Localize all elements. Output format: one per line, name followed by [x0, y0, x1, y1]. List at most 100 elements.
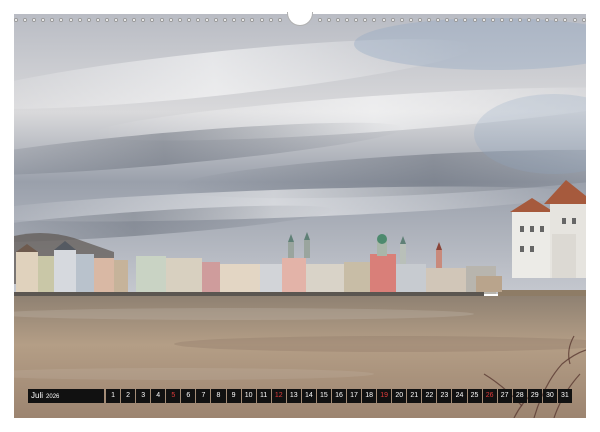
- binding-hole: [277, 18, 282, 22]
- day-cell: 16: [331, 389, 346, 403]
- binding-hole: [23, 18, 28, 22]
- binding-hole: [572, 18, 577, 22]
- binding-hole: [472, 18, 477, 22]
- binding-hole: [436, 18, 441, 22]
- day-cell: 12: [271, 389, 286, 403]
- binding-hole: [499, 18, 504, 22]
- binding-hole: [86, 18, 91, 22]
- binding-hole: [95, 18, 100, 22]
- binding-hole: [250, 18, 255, 22]
- day-cell: 28: [512, 389, 527, 403]
- day-cell: 25: [467, 389, 482, 403]
- spiral-binding: [14, 12, 586, 26]
- binding-hole: [223, 18, 228, 22]
- day-cell: 5: [166, 389, 181, 403]
- binding-hole: [214, 18, 219, 22]
- binding-hole: [317, 18, 322, 22]
- day-cell: 27: [497, 389, 512, 403]
- binding-hole: [554, 18, 559, 22]
- binding-hole: [268, 18, 273, 22]
- binding-hole: [204, 18, 209, 22]
- day-cell: 13: [286, 389, 301, 403]
- binding-hole: [372, 18, 377, 22]
- binding-hole: [14, 18, 18, 22]
- binding-hole: [427, 18, 432, 22]
- binding-hole: [390, 18, 395, 22]
- day-cell: 14: [301, 389, 316, 403]
- day-cell: 2: [121, 389, 136, 403]
- binding-hole: [354, 18, 359, 22]
- day-cell: 9: [226, 389, 241, 403]
- day-cell: 24: [452, 389, 467, 403]
- day-cell: 29: [527, 389, 542, 403]
- day-cell: 30: [542, 389, 557, 403]
- binding-hole: [32, 18, 37, 22]
- binding-hole: [527, 18, 532, 22]
- landscape-photo: [14, 14, 586, 418]
- binding-hole: [259, 18, 264, 22]
- day-cell: 11: [256, 389, 271, 403]
- binding-hole: [481, 18, 486, 22]
- river-town-image: [14, 14, 586, 418]
- binding-hole: [59, 18, 64, 22]
- day-cell: 20: [392, 389, 407, 403]
- binding-hole: [159, 18, 164, 22]
- month-name: Juli: [31, 391, 44, 400]
- binding-hole: [345, 18, 350, 22]
- binding-hole: [177, 18, 182, 22]
- day-cell: 6: [181, 389, 196, 403]
- binding-hole: [563, 18, 568, 22]
- day-cell: 23: [437, 389, 452, 403]
- calendar-page: Juli 2026 1 2 3 4 5 6 7 8 9 10 11 12 13 14 15 16 17 18 19 20…: [0, 0, 600, 432]
- binding-hole: [327, 18, 331, 22]
- binding-hole: [141, 18, 146, 22]
- binding-hole: [454, 18, 459, 22]
- binding-hole: [381, 18, 386, 22]
- binding-hole: [445, 18, 450, 22]
- binding-hole: [50, 18, 55, 22]
- binding-hole: [41, 18, 46, 22]
- binding-hole: [150, 18, 155, 22]
- binding-hole: [490, 18, 495, 22]
- binding-hole: [232, 18, 237, 22]
- day-cell: 26: [482, 389, 497, 403]
- binding-hole: [114, 18, 119, 22]
- binding-hole: [77, 18, 82, 22]
- day-cell: 4: [151, 389, 166, 403]
- binding-hole: [68, 18, 73, 22]
- binding-hole: [363, 18, 368, 22]
- day-cell: 10: [241, 389, 256, 403]
- binding-hole: [508, 18, 513, 22]
- binding-hole: [336, 18, 341, 22]
- day-cell: 21: [407, 389, 422, 403]
- binding-hole: [536, 18, 541, 22]
- day-cell: 1: [106, 389, 121, 403]
- day-cell: 31: [557, 389, 572, 403]
- binding-hole: [581, 18, 586, 22]
- calendar-strip: Juli 2026 1 2 3 4 5 6 7 8 9 10 11 12 13 14 15 16 17 18 19 20…: [28, 389, 572, 403]
- day-cell: 19: [377, 389, 392, 403]
- day-cell: 7: [196, 389, 211, 403]
- binding-hole: [408, 18, 413, 22]
- day-cell: 15: [316, 389, 331, 403]
- binding-hole: [517, 18, 522, 22]
- binding-hole: [545, 18, 550, 22]
- year-label: 2026: [46, 394, 60, 400]
- binding-hole: [417, 18, 422, 22]
- binding-hole: [399, 18, 404, 22]
- binding-hole: [195, 18, 200, 22]
- binding-hole: [123, 18, 128, 22]
- binding-hole: [463, 18, 468, 22]
- day-cell: 3: [136, 389, 151, 403]
- day-cell: 8: [211, 389, 226, 403]
- day-cells: 1 2 3 4 5 6 7 8 9 10 11 12 13 14 15 16 17 18 19 20 21 22 23 24 2…: [106, 389, 572, 403]
- hanger-notch: [286, 12, 313, 26]
- day-cell: 17: [347, 389, 362, 403]
- day-cell: 18: [362, 389, 377, 403]
- binding-hole: [241, 18, 246, 22]
- binding-hole: [104, 18, 109, 22]
- binding-hole: [186, 18, 191, 22]
- month-label: Juli 2026: [28, 389, 104, 403]
- day-cell: 22: [422, 389, 437, 403]
- binding-hole: [132, 18, 137, 22]
